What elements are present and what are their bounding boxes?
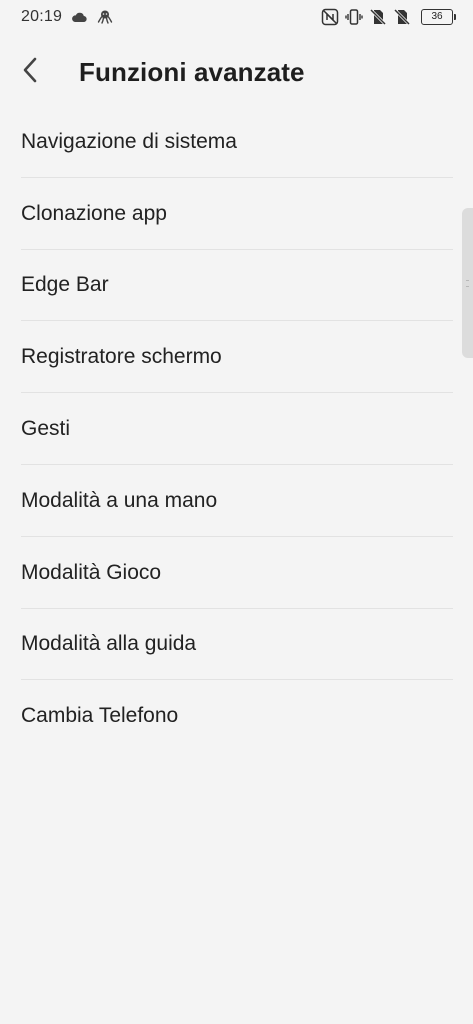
header: Funzioni avanzate — [0, 44, 473, 100]
menu-item-edge-bar[interactable]: Edge Bar — [0, 250, 473, 322]
menu-item-label: Cambia Telefono — [21, 704, 179, 728]
menu-item-label: Edge Bar — [21, 273, 109, 297]
back-button[interactable] — [20, 48, 60, 96]
menu-item-gesti[interactable]: Gesti — [0, 393, 473, 465]
menu-item-label: Gesti — [21, 417, 71, 441]
no-sim-icon — [369, 8, 387, 26]
chevron-left-icon — [20, 56, 40, 89]
cloud-icon — [70, 8, 88, 26]
menu-item-clonazione-app[interactable]: Clonazione app — [0, 178, 473, 250]
menu-item-cambia-telefono[interactable]: Cambia Telefono — [0, 680, 473, 752]
menu-item-label: Registratore schermo — [21, 345, 222, 369]
nfc-icon — [321, 8, 339, 26]
menu-item-navigazione-di-sistema[interactable]: Navigazione di sistema — [0, 106, 473, 178]
status-right: 36 — [321, 8, 456, 26]
menu-item-registratore-schermo[interactable]: Registratore schermo — [0, 321, 473, 394]
menu-item-label: Clonazione app — [21, 201, 167, 225]
status-left: 20:19 — [21, 8, 114, 26]
menu-item-label: Modalità a una mano — [21, 488, 218, 512]
grip-icon — [466, 280, 469, 287]
octopus-icon — [96, 8, 114, 26]
battery-indicator: 36 — [421, 9, 456, 25]
scroll-handle[interactable] — [462, 208, 473, 358]
vibrate-icon — [345, 8, 363, 26]
menu-list: Navigazione di sistema Clonazione app Ed… — [0, 106, 473, 752]
menu-item-modalita-alla-guida[interactable]: Modalità alla guida — [0, 609, 473, 681]
menu-item-label: Modalità Gioco — [21, 560, 162, 584]
no-sim-icon — [393, 8, 411, 26]
menu-item-label: Modalità alla guida — [21, 632, 197, 656]
menu-item-modalita-a-una-mano[interactable]: Modalità a una mano — [0, 465, 473, 537]
battery-level: 36 — [431, 11, 443, 22]
status-time: 20:19 — [21, 8, 63, 25]
menu-item-modalita-gioco[interactable]: Modalità Gioco — [0, 537, 473, 609]
page-title: Funzioni avanzate — [79, 56, 305, 87]
status-bar: 20:19 36 — [0, 0, 473, 34]
settings-screen: 20:19 36 Funzioni avanzate Navigazione d… — [0, 0, 473, 1024]
menu-item-label: Navigazione di sistema — [21, 129, 237, 153]
